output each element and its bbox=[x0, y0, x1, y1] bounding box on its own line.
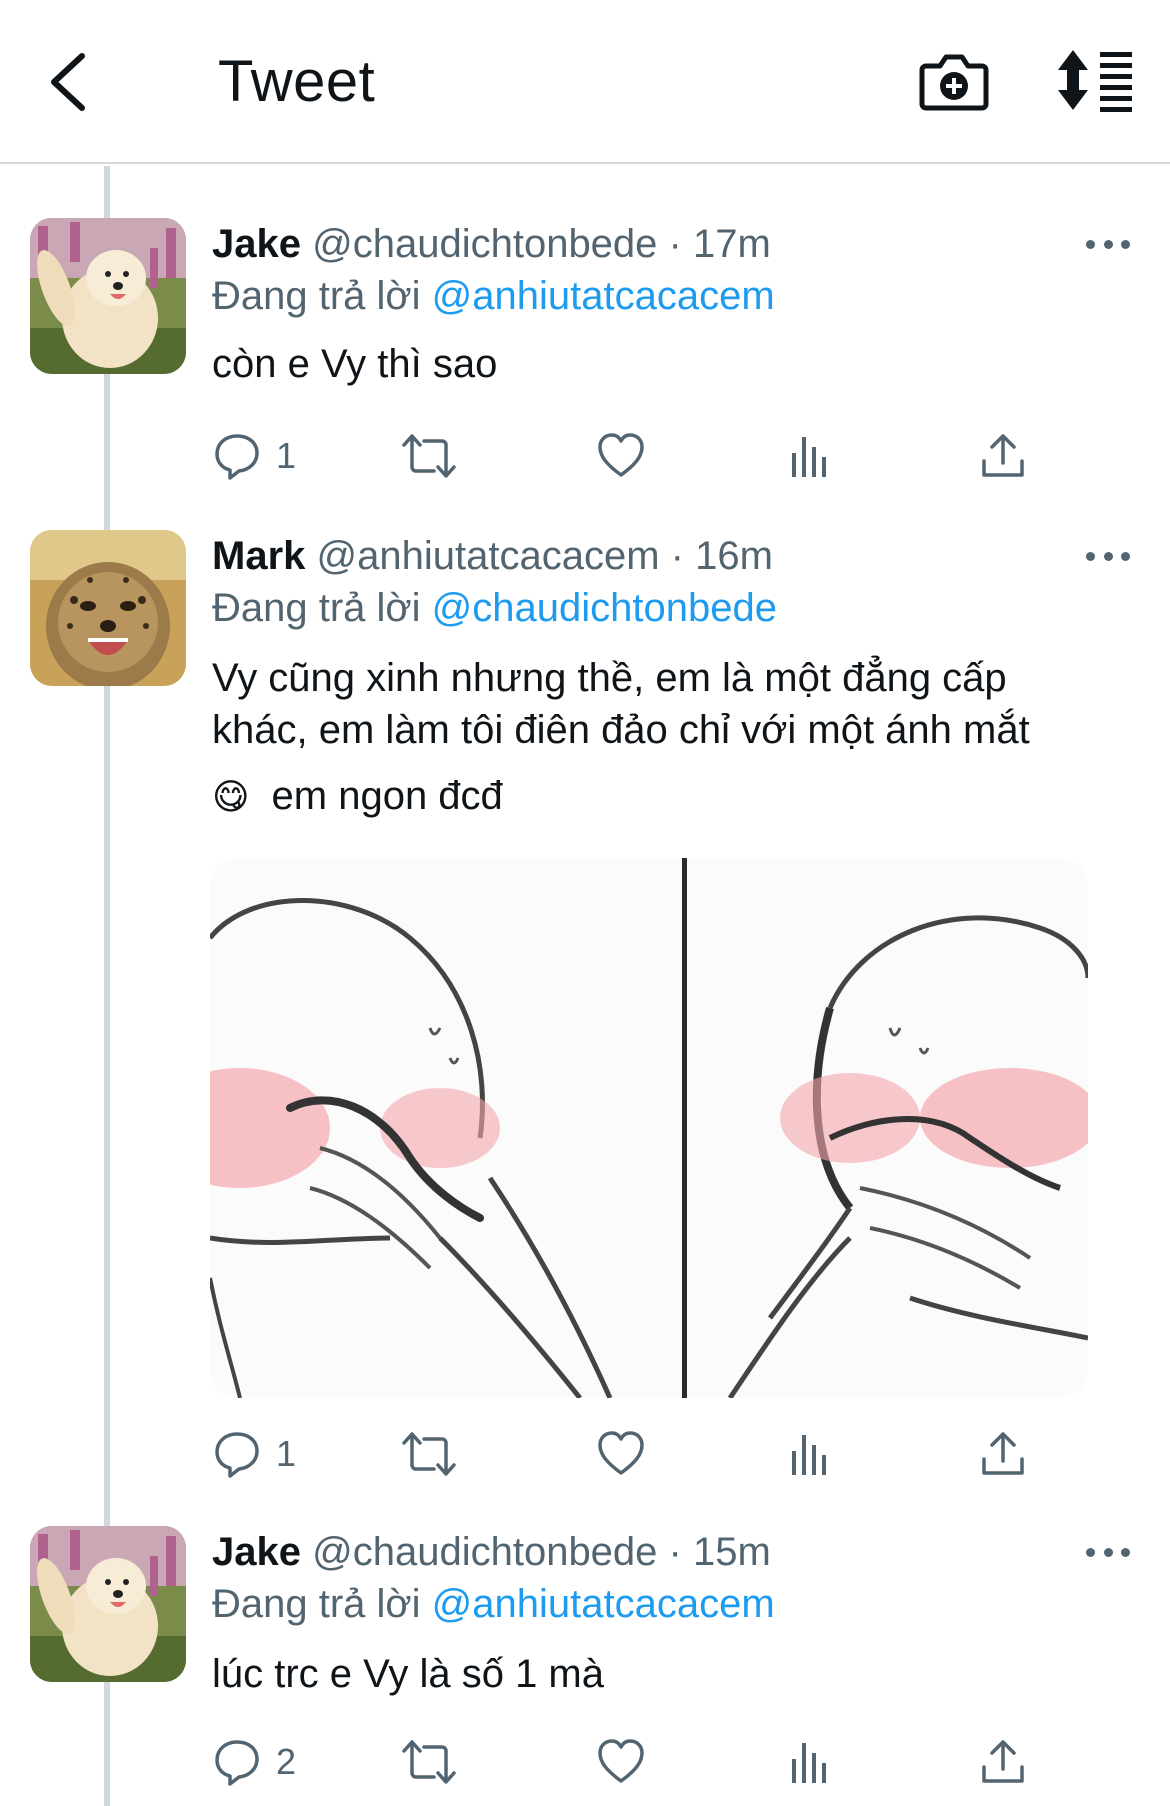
reply-prefix: Đang trả lời bbox=[212, 1582, 421, 1626]
retweet-icon bbox=[402, 1432, 456, 1476]
share-button[interactable] bbox=[980, 1424, 1026, 1484]
back-button[interactable] bbox=[38, 42, 98, 122]
reply-icon bbox=[215, 434, 259, 480]
share-icon bbox=[982, 434, 1024, 477]
reply-count: 2 bbox=[276, 1741, 297, 1782]
analytics-icon bbox=[792, 1743, 826, 1783]
avatar[interactable] bbox=[30, 1526, 186, 1682]
page-title: Tweet bbox=[218, 49, 376, 114]
tweet-actions: 2 bbox=[212, 1732, 1052, 1792]
tweet-text: lúc trc e Vy là số 1 mà bbox=[212, 1652, 604, 1696]
share-icon bbox=[982, 1432, 1024, 1475]
sort-list-icon bbox=[1058, 50, 1132, 112]
like-button[interactable] bbox=[596, 1732, 646, 1792]
share-button[interactable] bbox=[980, 1732, 1026, 1792]
analytics-icon bbox=[792, 437, 826, 477]
reply-prefix: Đang trả lời bbox=[212, 586, 421, 630]
share-icon bbox=[982, 1740, 1024, 1783]
reply-button[interactable]: 2 bbox=[212, 1732, 296, 1792]
heart-icon bbox=[598, 433, 644, 477]
more-options-icon[interactable] bbox=[1086, 234, 1130, 254]
tweet-text-line: Vy cũng xinh nhưng thề, em là một đẳng c… bbox=[212, 656, 1007, 700]
tweet-text-line: khác, em làm tôi điên đảo chỉ với một án… bbox=[212, 708, 1030, 752]
author-handle[interactable]: @chaudichtonbede bbox=[312, 1530, 657, 1574]
reply-mention[interactable]: @anhiutatcacacem bbox=[432, 274, 775, 318]
camera-plus-icon bbox=[919, 54, 989, 111]
like-button[interactable] bbox=[596, 1424, 646, 1484]
tweet-meta: Jake @chaudichtonbede · 15m bbox=[212, 1530, 771, 1575]
analytics-icon bbox=[792, 1435, 826, 1475]
retweet-button[interactable] bbox=[400, 1424, 458, 1484]
tweet-media-image[interactable] bbox=[210, 858, 1088, 1398]
more-options-icon[interactable] bbox=[1086, 546, 1130, 566]
tweet-text-line: em ngon đcđ bbox=[271, 774, 503, 818]
retweet-button[interactable] bbox=[400, 426, 458, 486]
analytics-button[interactable] bbox=[788, 426, 832, 486]
analytics-button[interactable] bbox=[788, 1424, 832, 1484]
reply-icon bbox=[215, 1740, 259, 1786]
reply-context: Đang trả lời @anhiutatcacacem bbox=[212, 274, 775, 319]
like-button[interactable] bbox=[596, 426, 646, 486]
reply-count: 1 bbox=[276, 435, 297, 476]
sort-button[interactable] bbox=[1056, 44, 1136, 116]
retweet-icon bbox=[402, 1740, 456, 1784]
author-name[interactable]: Jake bbox=[212, 1530, 301, 1574]
tweet-time: · 17m bbox=[668, 222, 771, 266]
author-name[interactable]: Jake bbox=[212, 222, 301, 266]
avatar[interactable] bbox=[30, 218, 186, 374]
reply-button[interactable]: 1 bbox=[212, 1424, 296, 1484]
reply-button[interactable]: 1 bbox=[212, 426, 296, 486]
reply-mention[interactable]: @anhiutatcacacem bbox=[432, 1582, 775, 1626]
top-bar: Tweet bbox=[0, 0, 1170, 164]
reply-context: Đang trả lời @chaudichtonbede bbox=[212, 586, 777, 631]
reply-context: Đang trả lời @anhiutatcacacem bbox=[212, 1582, 775, 1627]
author-handle[interactable]: @chaudichtonbede bbox=[312, 222, 657, 266]
tweet-actions: 1 bbox=[212, 1424, 1052, 1484]
tweet-text: Vy cũng xinh nhưng thề, em là một đẳng c… bbox=[212, 652, 1132, 823]
more-options-icon[interactable] bbox=[1086, 1542, 1130, 1562]
heart-icon bbox=[598, 1431, 644, 1475]
chevron-left-icon bbox=[51, 53, 85, 111]
author-name[interactable]: Mark bbox=[212, 534, 305, 578]
avatar[interactable] bbox=[30, 530, 186, 686]
tweet-time: · 15m bbox=[668, 1530, 771, 1574]
retweet-button[interactable] bbox=[400, 1732, 458, 1792]
tweet-text: còn e Vy thì sao bbox=[212, 342, 498, 386]
retweet-icon bbox=[402, 434, 456, 478]
reply-count: 1 bbox=[276, 1433, 297, 1474]
tweet-time: · 16m bbox=[670, 534, 773, 578]
tweet-meta: Mark @anhiutatcacacem · 16m bbox=[212, 534, 773, 579]
share-button[interactable] bbox=[980, 426, 1026, 486]
tweet-text-line-emoji: 😋 em ngon đcđ bbox=[212, 770, 1132, 823]
emoji: 😋 bbox=[212, 776, 250, 817]
reply-icon bbox=[215, 1432, 259, 1478]
author-handle[interactable]: @anhiutatcacacem bbox=[317, 534, 660, 578]
reply-prefix: Đang trả lời bbox=[212, 274, 421, 318]
analytics-button[interactable] bbox=[788, 1732, 832, 1792]
tweet-actions: 1 bbox=[212, 426, 1052, 486]
heart-icon bbox=[598, 1739, 644, 1783]
reply-mention[interactable]: @chaudichtonbede bbox=[432, 586, 777, 630]
camera-button[interactable] bbox=[918, 44, 990, 116]
tweet-meta: Jake @chaudichtonbede · 17m bbox=[212, 222, 771, 267]
